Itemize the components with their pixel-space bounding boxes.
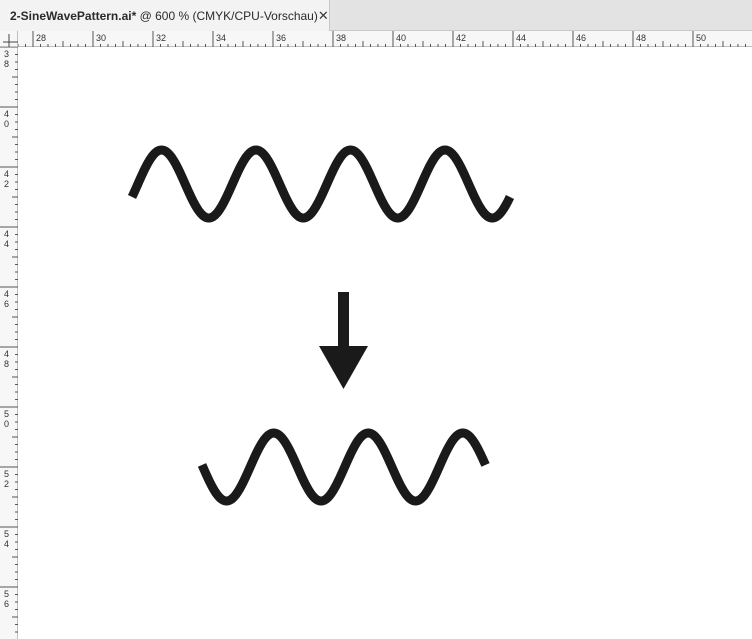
document-filename: 2-SineWavePattern.ai* xyxy=(10,8,137,23)
ruler-label: 30 xyxy=(96,33,106,43)
arrow-down-icon[interactable] xyxy=(319,292,368,389)
ruler-label: 2 xyxy=(4,479,9,489)
ruler-label: 6 xyxy=(4,599,9,609)
ruler-label: 4 xyxy=(4,229,9,239)
horizontal-ruler[interactable]: 28 30 32 34 36 38 40 42 44 46 48 50 xyxy=(18,31,752,47)
ruler-label: 4 xyxy=(4,169,9,179)
ruler-label: 5 xyxy=(4,589,9,599)
ruler-label: 34 xyxy=(216,33,226,43)
arrow-shaft xyxy=(338,292,349,348)
ruler-label: 0 xyxy=(4,419,9,429)
ruler-label: 4 xyxy=(4,539,9,549)
document-tab-bar: 2-SineWavePattern.ai* @ 600 % (CMYK/CPU-… xyxy=(0,0,752,31)
ruler-label: 8 xyxy=(4,59,9,69)
vertical-ruler-scale: 38404244464850525456 xyxy=(0,47,18,633)
vertical-ruler[interactable]: 38404244464850525456 xyxy=(0,47,18,639)
sine-wave-upper[interactable] xyxy=(127,145,515,223)
ruler-label: 32 xyxy=(156,33,166,43)
close-icon: ✕ xyxy=(317,7,329,23)
ruler-origin-crosshair-icon xyxy=(3,34,18,47)
ruler-label: 0 xyxy=(4,119,9,129)
ruler-label: 4 xyxy=(4,109,9,119)
arrow-head xyxy=(319,346,368,389)
ruler-label: 4 xyxy=(4,289,9,299)
ruler-label: 6 xyxy=(4,299,9,309)
document-view-info: @ 600 % (CMYK/CPU-Vorschau) xyxy=(136,8,318,23)
ruler-label: 42 xyxy=(456,33,466,43)
ruler-label: 40 xyxy=(396,33,406,43)
ruler-label: 4 xyxy=(4,239,9,249)
ruler-label: 44 xyxy=(516,33,526,43)
ruler-label: 4 xyxy=(4,349,9,359)
ruler-label: 5 xyxy=(4,529,9,539)
document-tab[interactable]: 2-SineWavePattern.ai* @ 600 % (CMYK/CPU-… xyxy=(0,0,330,31)
ruler-label: 2 xyxy=(4,179,9,189)
ruler-label: 8 xyxy=(4,359,9,369)
ruler-label: 28 xyxy=(36,33,46,43)
document-tab-title: 2-SineWavePattern.ai* @ 600 % (CMYK/CPU-… xyxy=(10,9,318,23)
ruler-label: 3 xyxy=(4,49,9,59)
ruler-label: 50 xyxy=(696,33,706,43)
ruler-label: 5 xyxy=(4,409,9,419)
ruler-label: 5 xyxy=(4,469,9,479)
ruler-label: 36 xyxy=(276,33,286,43)
ruler-label: 48 xyxy=(636,33,646,43)
ruler-label: 38 xyxy=(336,33,346,43)
ruler-label: 46 xyxy=(576,33,586,43)
horizontal-ruler-scale: 28 30 32 34 36 38 40 42 44 46 48 50 xyxy=(18,31,746,47)
ruler-origin-corner[interactable] xyxy=(0,31,18,47)
artboard-canvas[interactable] xyxy=(18,47,752,639)
artwork xyxy=(127,145,515,506)
sine-wave-lower[interactable] xyxy=(197,428,490,506)
close-tab-button[interactable]: ✕ xyxy=(318,8,329,24)
